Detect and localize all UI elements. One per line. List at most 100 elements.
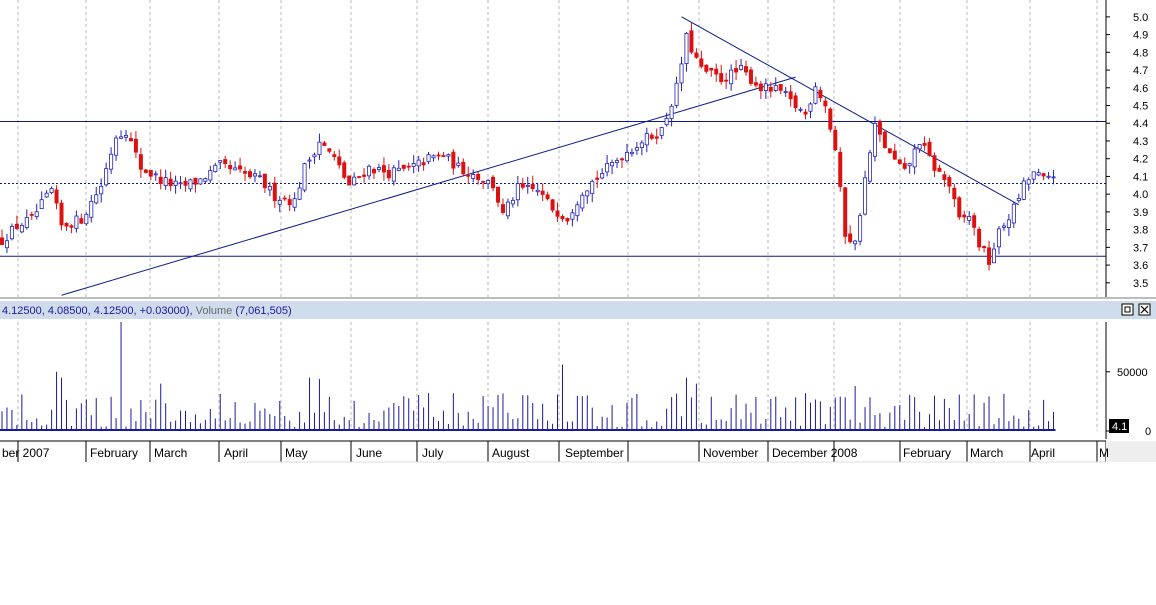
candle-body xyxy=(729,69,734,85)
candle-body xyxy=(778,84,783,91)
volume-readout-value: (7,061,505) xyxy=(235,305,291,317)
candle-body xyxy=(639,142,644,148)
candle-body xyxy=(213,164,218,173)
volume-bars xyxy=(0,322,1056,431)
candle-body xyxy=(758,83,763,92)
candle-body xyxy=(1051,176,1056,179)
date-label: February xyxy=(903,446,951,460)
candle-body xyxy=(773,85,778,91)
candle-body xyxy=(600,173,605,179)
downtrend-line xyxy=(681,16,1020,206)
chart-canvas: 3.5 3.6 3.7 3.8 3.9 4.0 4.1 4.2 4.3 4.4 4.5 4.6 4.7 4… xyxy=(0,0,1156,463)
candle-body xyxy=(1011,203,1016,224)
candle-body xyxy=(252,173,257,177)
candle-body xyxy=(892,150,897,160)
candle-body xyxy=(580,194,585,209)
candle-body xyxy=(94,194,99,204)
date-label: September xyxy=(565,446,624,460)
candle-body xyxy=(411,163,416,167)
candle-body xyxy=(917,144,922,150)
candle-body xyxy=(570,212,575,220)
candle-body xyxy=(664,118,669,126)
candle-body xyxy=(188,179,193,190)
candle-body xyxy=(381,165,386,173)
candle-body xyxy=(843,187,848,237)
date-label: February xyxy=(90,446,138,460)
candle-body xyxy=(520,183,525,188)
candle-body xyxy=(9,226,14,240)
candle-body xyxy=(550,199,555,211)
candle-body xyxy=(987,247,992,265)
candle-body xyxy=(34,211,39,217)
candle-body xyxy=(133,138,138,153)
candle-body xyxy=(292,198,297,208)
candle-body xyxy=(649,134,654,139)
candle-body xyxy=(396,167,401,171)
candle-body xyxy=(585,190,590,197)
axis-corner xyxy=(1106,441,1156,462)
volume-tick-label: 50000 xyxy=(1117,367,1148,379)
candle-body xyxy=(168,178,173,187)
candle-body xyxy=(109,153,114,170)
volume-readout-label: Volume xyxy=(196,305,236,317)
candle-body xyxy=(962,214,967,218)
candle-body xyxy=(332,154,337,158)
candle-body xyxy=(500,204,505,213)
candle-body xyxy=(436,154,441,157)
candle-body xyxy=(416,159,421,167)
candle-body xyxy=(927,141,932,156)
candle-body xyxy=(783,91,788,93)
candle-body xyxy=(545,194,550,200)
candle-body xyxy=(763,83,768,91)
candle-body xyxy=(610,162,615,167)
candle-body xyxy=(491,176,496,189)
candle-body xyxy=(337,156,342,166)
candle-body xyxy=(1026,179,1031,185)
candle-body xyxy=(1036,172,1041,176)
candle-body xyxy=(555,210,560,217)
candle-body xyxy=(277,200,282,205)
candle-body xyxy=(262,173,267,189)
candle-body xyxy=(446,154,451,157)
candle-body xyxy=(634,147,639,151)
candle-body xyxy=(357,176,362,178)
candle-body xyxy=(709,67,714,71)
price-tick-label: 3.7 xyxy=(1133,242,1148,254)
candle-body xyxy=(466,174,471,177)
candle-body xyxy=(674,82,679,106)
price-tick-label: 3.6 xyxy=(1133,260,1148,272)
candle-body xyxy=(1046,175,1051,178)
price-tick-label: 4.6 xyxy=(1133,83,1148,95)
candle-body xyxy=(451,151,456,169)
candle-body xyxy=(233,167,238,171)
candle-body xyxy=(89,200,94,218)
date-label: November xyxy=(703,446,758,460)
candle-body xyxy=(317,141,322,155)
candle-body xyxy=(272,182,277,202)
candle-body xyxy=(620,158,625,161)
candle-body xyxy=(1041,173,1046,177)
candle-body xyxy=(39,199,44,209)
price-tick-label: 5.0 xyxy=(1133,12,1148,24)
price-tick-label: 4.4 xyxy=(1133,118,1148,130)
candle-body xyxy=(947,177,952,187)
price-tick-label: 4.9 xyxy=(1133,30,1148,42)
candle-body xyxy=(748,69,753,84)
price-tick-label: 4.2 xyxy=(1133,154,1148,166)
candle-body xyxy=(426,154,431,162)
candle-body xyxy=(495,186,500,203)
candle-body xyxy=(4,240,9,249)
candle-body xyxy=(535,189,540,193)
candle-body xyxy=(128,138,133,142)
candle-body xyxy=(818,89,823,99)
candle-body xyxy=(996,228,1001,248)
candle-body xyxy=(153,173,158,176)
date-label: June xyxy=(356,446,382,460)
candle-body xyxy=(689,30,694,53)
ohlc-readout-values: 4.12500, 4.08500, 4.12500, +0.03000), xyxy=(2,305,196,317)
candle-body xyxy=(525,184,530,187)
maximize-panel-button xyxy=(1121,303,1134,316)
candle-body xyxy=(868,152,873,182)
candle-body xyxy=(124,135,129,138)
price-tick-label: 3.9 xyxy=(1133,207,1148,219)
